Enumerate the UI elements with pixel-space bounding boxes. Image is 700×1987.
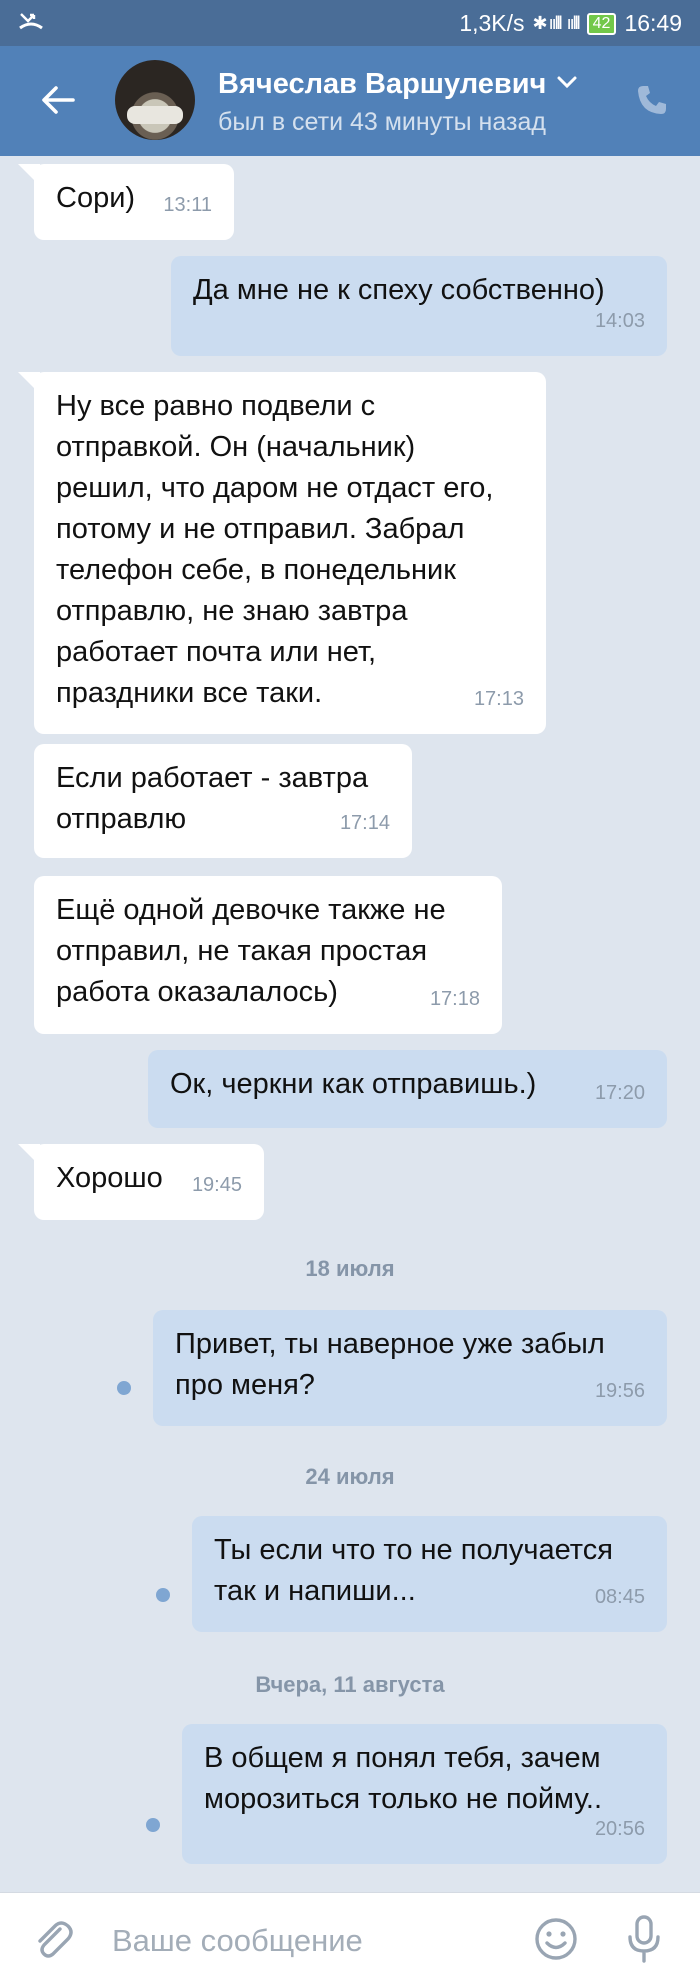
message-time: 17:20 xyxy=(594,1082,645,1104)
message-text: Ок, черкни как отправишь.) xyxy=(170,1068,537,1100)
message-text: Ещё одной девочке также не отправил, не … xyxy=(56,894,446,1008)
message-input[interactable] xyxy=(110,1915,514,1967)
call-button[interactable] xyxy=(630,78,674,122)
message-text: Привет, ты наверное уже забыл про меня? xyxy=(175,1328,605,1401)
message-time: 14:03 xyxy=(594,310,645,332)
paperclip-icon[interactable] xyxy=(30,1917,76,1963)
date-separator: Вчера, 11 августа xyxy=(255,1672,445,1697)
message-time: 17:18 xyxy=(429,988,480,1010)
contact-name[interactable]: Вячеслав Варшулевич xyxy=(218,68,546,101)
message-text: Ну все равно подвели с отправкой. Он (на… xyxy=(56,390,494,709)
back-button[interactable] xyxy=(36,78,80,122)
message-incoming[interactable]: Ну все равно подвели с отправкой. Он (на… xyxy=(18,372,546,734)
signal-icon: ✱ ıılll ıılll xyxy=(532,13,581,33)
message-time: 19:56 xyxy=(594,1380,645,1402)
unread-indicator xyxy=(146,1818,160,1832)
battery-icon: 42 xyxy=(586,12,617,35)
message-outgoing[interactable]: Ты если что то не получается так и напиш… xyxy=(192,1516,667,1632)
status-time: 16:49 xyxy=(624,10,682,36)
message-incoming[interactable]: Хорошо 19:45 xyxy=(18,1144,264,1220)
back-arrow-icon xyxy=(42,86,75,114)
message-outgoing[interactable]: Да мне не к спеху собственно) 14:03 xyxy=(171,256,667,356)
message-text: В общем я понял тебя, зачем морозиться т… xyxy=(204,1742,603,1815)
status-bar: 1,3K/s ✱ ıılll ıılll 42 16:49 xyxy=(0,0,700,46)
message-incoming[interactable]: Если работает - завтра отправлю 17:14 xyxy=(34,744,412,858)
unread-indicator xyxy=(117,1381,131,1395)
avatar[interactable] xyxy=(115,60,195,140)
date-separator: 24 июля xyxy=(305,1464,395,1489)
message-incoming[interactable]: Сори) 13:11 xyxy=(18,164,234,240)
message-outgoing[interactable]: Ок, черкни как отправишь.) 17:20 xyxy=(148,1050,667,1128)
missed-call-icon xyxy=(18,10,44,38)
microphone-icon[interactable] xyxy=(620,1913,668,1965)
message-incoming[interactable]: Ещё одной девочке также не отправил, не … xyxy=(34,876,502,1034)
chevron-down-icon[interactable] xyxy=(556,74,578,95)
message-text: Да мне не к спеху собственно) xyxy=(193,274,605,306)
unread-indicator xyxy=(156,1588,170,1602)
message-time: 13:11 xyxy=(163,194,212,216)
message-time: 08:45 xyxy=(594,1586,645,1608)
message-composer xyxy=(0,1892,700,1987)
message-outgoing[interactable]: В общем я понял тебя, зачем морозиться т… xyxy=(182,1724,667,1864)
message-outgoing[interactable]: Привет, ты наверное уже забыл про меня? … xyxy=(153,1310,667,1426)
message-time: 20:56 xyxy=(594,1818,645,1840)
message-time: 17:13 xyxy=(473,688,524,710)
contact-status: был в сети 43 минуты назад xyxy=(218,108,546,136)
phone-icon xyxy=(638,86,666,114)
message-text: Ты если что то не получается так и напиш… xyxy=(214,1534,613,1607)
date-separator: 18 июля xyxy=(305,1256,395,1281)
chat-header: Вячеслав Варшулевич был в сети 43 минуты… xyxy=(0,46,700,156)
network-speed: 1,3K/s xyxy=(459,10,525,36)
message-time: 17:14 xyxy=(339,812,390,834)
emoji-icon[interactable] xyxy=(532,1915,580,1963)
message-time: 19:45 xyxy=(191,1174,242,1196)
